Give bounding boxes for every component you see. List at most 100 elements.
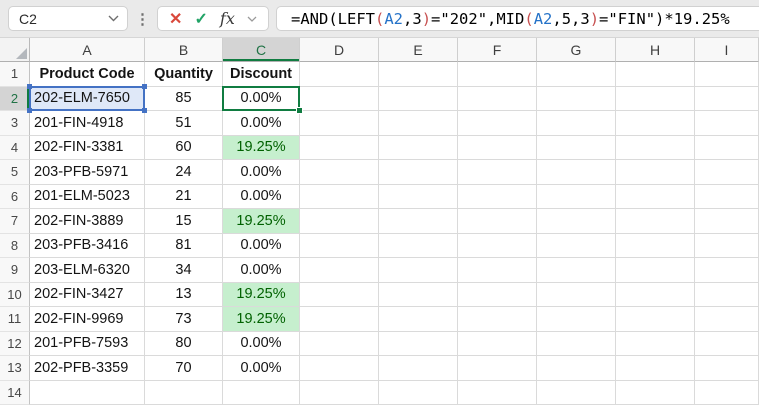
cell-D13[interactable] xyxy=(300,356,379,381)
cell-F3[interactable] xyxy=(458,111,537,136)
cell-A2[interactable]: 202-ELM-7650 xyxy=(27,83,147,113)
cell-F9[interactable] xyxy=(458,258,537,283)
cell-C5[interactable]: 0.00% xyxy=(223,160,300,185)
cell-D8[interactable] xyxy=(300,233,379,258)
cell-F12[interactable] xyxy=(458,331,537,356)
cell-F4[interactable] xyxy=(458,135,537,160)
cell-G10[interactable] xyxy=(537,282,616,307)
cell-B8[interactable]: 81 xyxy=(145,233,223,258)
cell-I11[interactable] xyxy=(695,307,759,332)
cell-I8[interactable] xyxy=(695,233,759,258)
cell-A1[interactable]: Product Code xyxy=(30,62,145,87)
cell-F10[interactable] xyxy=(458,282,537,307)
row-header-5[interactable]: 5 xyxy=(0,160,30,185)
cell-G9[interactable] xyxy=(537,258,616,283)
row-header-6[interactable]: 6 xyxy=(0,184,30,209)
select-all-corner[interactable] xyxy=(0,38,30,62)
cell-F5[interactable] xyxy=(458,160,537,185)
cell-D12[interactable] xyxy=(300,331,379,356)
cell-G1[interactable] xyxy=(537,62,616,87)
formula-input[interactable]: =AND(LEFT(A2,3) ="202",MID(A2,5,3) ="FIN")… xyxy=(276,6,759,31)
cell-I1[interactable] xyxy=(695,62,759,87)
column-header-I[interactable]: I xyxy=(695,38,759,62)
cell-G2[interactable] xyxy=(537,86,616,111)
cell-C3[interactable]: 0.00% xyxy=(223,111,300,136)
cell-A11[interactable]: 202-FIN-9969 xyxy=(30,307,145,332)
cell-I3[interactable] xyxy=(695,111,759,136)
cell-A9[interactable]: 203-ELM-6320 xyxy=(30,258,145,283)
cell-F8[interactable] xyxy=(458,233,537,258)
cell-C9[interactable]: 0.00% xyxy=(223,258,300,283)
cell-A3[interactable]: 201-FIN-4918 xyxy=(30,111,145,136)
cell-C2[interactable]: 0.00% xyxy=(222,85,303,114)
cell-G4[interactable] xyxy=(537,135,616,160)
cell-A10[interactable]: 202-FIN-3427 xyxy=(30,282,145,307)
cell-G8[interactable] xyxy=(537,233,616,258)
reference-resize-handle[interactable] xyxy=(142,108,147,113)
row-header-4[interactable]: 4 xyxy=(0,135,30,160)
column-header-F[interactable]: F xyxy=(458,38,537,62)
cell-I4[interactable] xyxy=(695,135,759,160)
cell-C14[interactable] xyxy=(223,380,300,405)
cell-H11[interactable] xyxy=(616,307,695,332)
cell-D6[interactable] xyxy=(300,184,379,209)
cell-B3[interactable]: 51 xyxy=(145,111,223,136)
cell-F13[interactable] xyxy=(458,356,537,381)
cell-A14[interactable] xyxy=(30,380,145,405)
cell-H14[interactable] xyxy=(616,380,695,405)
cell-I2[interactable] xyxy=(695,86,759,111)
cell-G12[interactable] xyxy=(537,331,616,356)
column-header-D[interactable]: D xyxy=(300,38,379,62)
cell-E8[interactable] xyxy=(379,233,458,258)
cell-C6[interactable]: 0.00% xyxy=(223,184,300,209)
cell-D2[interactable] xyxy=(300,86,379,111)
fill-handle[interactable] xyxy=(296,107,303,114)
cell-G11[interactable] xyxy=(537,307,616,332)
cell-H1[interactable] xyxy=(616,62,695,87)
cell-E11[interactable] xyxy=(379,307,458,332)
column-header-B[interactable]: B xyxy=(145,38,223,62)
cell-B7[interactable]: 15 xyxy=(145,209,223,234)
cell-D5[interactable] xyxy=(300,160,379,185)
cell-C10[interactable]: 19.25% xyxy=(223,282,300,307)
cell-G7[interactable] xyxy=(537,209,616,234)
row-header-3[interactable]: 3 xyxy=(0,111,30,136)
cell-C7[interactable]: 19.25% xyxy=(223,209,300,234)
cell-H10[interactable] xyxy=(616,282,695,307)
cell-F11[interactable] xyxy=(458,307,537,332)
cell-F7[interactable] xyxy=(458,209,537,234)
cell-B9[interactable]: 34 xyxy=(145,258,223,283)
cell-I13[interactable] xyxy=(695,356,759,381)
cell-I14[interactable] xyxy=(695,380,759,405)
cell-D10[interactable] xyxy=(300,282,379,307)
cell-H12[interactable] xyxy=(616,331,695,356)
cell-H8[interactable] xyxy=(616,233,695,258)
cell-D14[interactable] xyxy=(300,380,379,405)
cell-E9[interactable] xyxy=(379,258,458,283)
cell-D7[interactable] xyxy=(300,209,379,234)
row-header-1[interactable]: 1 xyxy=(0,62,30,87)
cell-C12[interactable]: 0.00% xyxy=(223,331,300,356)
cell-F1[interactable] xyxy=(458,62,537,87)
cell-I9[interactable] xyxy=(695,258,759,283)
cell-I10[interactable] xyxy=(695,282,759,307)
row-header-2[interactable]: 2 xyxy=(0,86,30,111)
cell-B10[interactable]: 13 xyxy=(145,282,223,307)
cell-H5[interactable] xyxy=(616,160,695,185)
cell-G13[interactable] xyxy=(537,356,616,381)
row-header-7[interactable]: 7 xyxy=(0,209,30,234)
cell-A7[interactable]: 202-FIN-3889 xyxy=(30,209,145,234)
column-header-A[interactable]: A xyxy=(30,38,145,62)
column-header-C[interactable]: C xyxy=(223,38,300,62)
cell-F14[interactable] xyxy=(458,380,537,405)
cell-D1[interactable] xyxy=(300,62,379,87)
cell-E1[interactable] xyxy=(379,62,458,87)
reference-resize-handle[interactable] xyxy=(27,108,32,113)
row-header-11[interactable]: 11 xyxy=(0,307,30,332)
row-header-8[interactable]: 8 xyxy=(0,233,30,258)
cell-E2[interactable] xyxy=(379,86,458,111)
cell-F2[interactable] xyxy=(458,86,537,111)
cell-E14[interactable] xyxy=(379,380,458,405)
cell-H13[interactable] xyxy=(616,356,695,381)
cell-A4[interactable]: 202-FIN-3381 xyxy=(30,135,145,160)
